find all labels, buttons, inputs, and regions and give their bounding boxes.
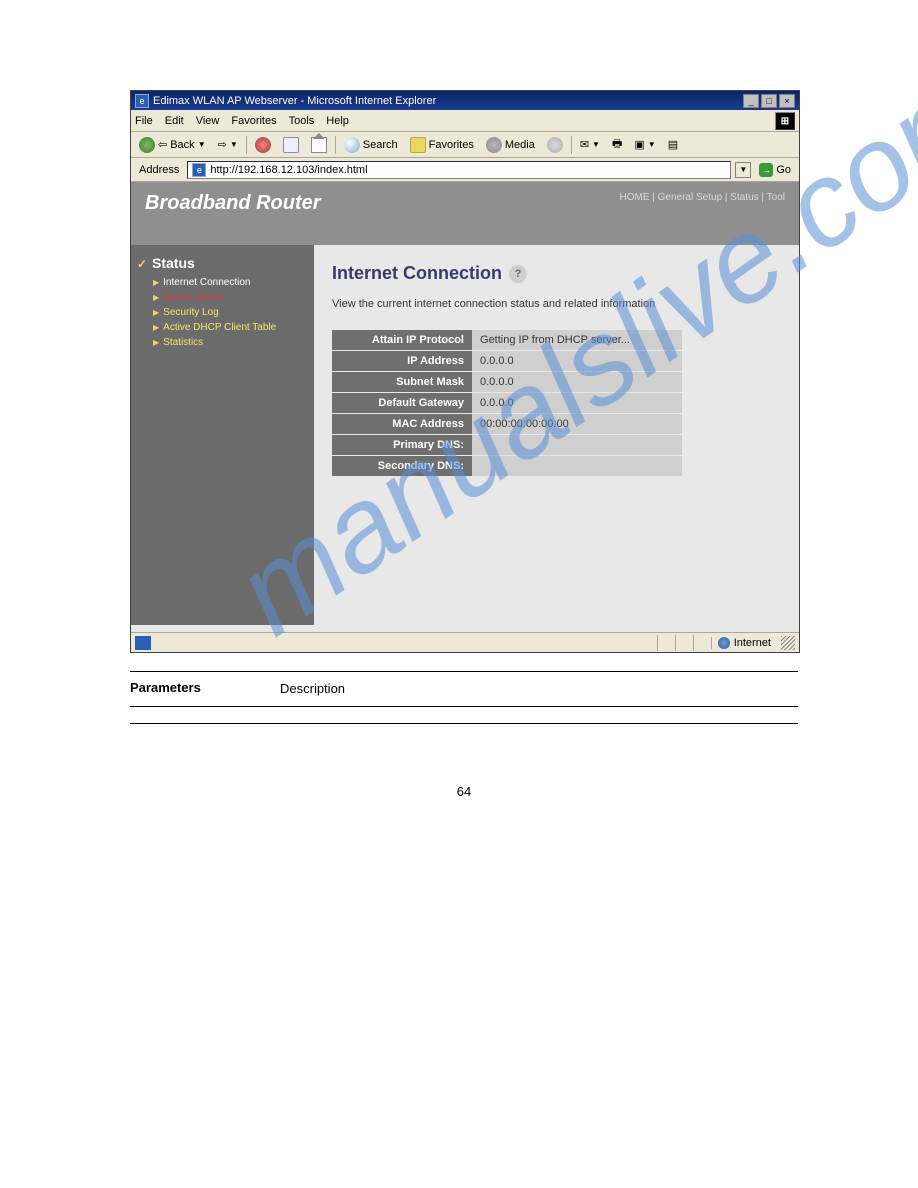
help-icon[interactable]: ? — [509, 265, 527, 283]
row-label: Subnet Mask — [332, 372, 472, 392]
table-row: Default Gateway0.0.0.0 — [332, 393, 682, 413]
globe-icon — [718, 637, 730, 649]
row-label: IP Address — [332, 351, 472, 371]
ie-logo-icon: ⊞ — [775, 112, 795, 130]
media-icon — [486, 137, 502, 153]
menu-tools[interactable]: Tools — [289, 115, 315, 127]
router-header: Broadband Router HOME | General Setup | … — [131, 182, 799, 245]
stop-icon — [255, 137, 271, 153]
row-value: 0.0.0.0 — [472, 372, 682, 392]
table-row: Attain IP ProtocolGetting IP from DHCP s… — [332, 330, 682, 350]
table-row: IP Address0.0.0.0 — [332, 351, 682, 371]
sidebar: Status ▶Internet Connection▶Device Statu… — [131, 245, 314, 625]
history-icon — [547, 137, 563, 153]
favorites-icon — [410, 137, 426, 153]
row-label: Secondary DNS: — [332, 456, 472, 476]
row-value: 0.0.0.0 — [472, 393, 682, 413]
row-label: Default Gateway — [332, 393, 472, 413]
menu-help[interactable]: Help — [326, 115, 349, 127]
row-value: 0.0.0.0 — [472, 351, 682, 371]
router-nav: HOME | General Setup | Status | Tool — [619, 192, 785, 203]
router-brand: Broadband Router — [145, 192, 321, 215]
table-row: MAC Address00:00:00:00:00:00 — [332, 414, 682, 434]
status-bar: Internet — [131, 632, 799, 652]
table-row: Secondary DNS: — [332, 456, 682, 476]
history-button[interactable] — [543, 135, 567, 155]
back-button[interactable]: ⇦Back▼ — [135, 135, 210, 155]
search-button[interactable]: Search — [340, 135, 402, 155]
table-row: Primary DNS: — [332, 435, 682, 455]
resize-grip[interactable] — [781, 636, 795, 650]
go-button[interactable]: → Go — [755, 161, 795, 179]
go-icon: → — [759, 163, 773, 177]
menu-favorites[interactable]: Favorites — [231, 115, 276, 127]
main-panel: Internet Connection ? View the current i… — [314, 245, 799, 625]
media-button[interactable]: Media — [482, 135, 539, 155]
params-header-desc: Description — [280, 680, 798, 698]
maximize-button[interactable]: □ — [761, 94, 777, 108]
close-button[interactable]: × — [779, 94, 795, 108]
row-value: 00:00:00:00:00:00 — [472, 414, 682, 434]
sidebar-item[interactable]: ▶Internet Connection — [153, 275, 308, 290]
page-icon: e — [192, 163, 206, 177]
security-zone: Internet — [711, 637, 777, 649]
stop-button[interactable] — [251, 135, 275, 155]
back-icon — [139, 137, 155, 153]
window-title: Edimax WLAN AP Webserver - Microsoft Int… — [153, 95, 743, 107]
address-dropdown[interactable]: ▼ — [735, 162, 751, 178]
sidebar-item[interactable]: ▶Device Status — [153, 290, 308, 305]
address-bar: Address e http://192.168.12.103/index.ht… — [131, 158, 799, 182]
ie-icon: e — [135, 94, 149, 108]
row-value — [472, 456, 682, 476]
edit-button[interactable]: ▣▼ — [630, 136, 659, 153]
document-text: Parameters Description — [130, 671, 798, 724]
browser-window: e Edimax WLAN AP Webserver - Microsoft I… — [130, 90, 800, 653]
search-icon — [344, 137, 360, 153]
home-button[interactable] — [307, 135, 331, 155]
refresh-button[interactable] — [279, 135, 303, 155]
titlebar: e Edimax WLAN AP Webserver - Microsoft I… — [131, 91, 799, 110]
row-label: Primary DNS: — [332, 435, 472, 455]
row-value: Getting IP from DHCP server... — [472, 330, 682, 350]
menubar: File Edit View Favorites Tools Help ⊞ — [131, 110, 799, 132]
table-row: Subnet Mask0.0.0.0 — [332, 372, 682, 392]
nav-tool[interactable]: Tool — [767, 192, 785, 203]
panel-description: View the current internet connection sta… — [332, 298, 781, 310]
row-label: Attain IP Protocol — [332, 330, 472, 350]
home-icon — [311, 137, 327, 153]
row-value — [472, 435, 682, 455]
sidebar-item[interactable]: ▶Statistics — [153, 335, 308, 350]
page-number: 64 — [130, 784, 798, 799]
discuss-button[interactable]: ▤ — [664, 136, 682, 153]
nav-general[interactable]: General Setup — [658, 192, 723, 203]
address-value: http://192.168.12.103/index.html — [210, 164, 367, 176]
address-label: Address — [135, 164, 183, 176]
row-label: MAC Address — [332, 414, 472, 434]
sidebar-item[interactable]: ▶Security Log — [153, 305, 308, 320]
forward-button[interactable]: ⇨ ▼ — [214, 136, 242, 153]
check-icon — [137, 255, 149, 265]
mail-button[interactable]: ✉▼ — [576, 136, 604, 153]
params-header-label: Parameters — [130, 680, 280, 698]
refresh-icon — [283, 137, 299, 153]
nav-home[interactable]: HOME — [619, 192, 649, 203]
sidebar-item[interactable]: ▶Active DHCP Client Table — [153, 320, 308, 335]
print-button[interactable]: 🖶 — [608, 133, 626, 156]
page-content: Broadband Router HOME | General Setup | … — [131, 182, 799, 632]
status-icon — [135, 636, 151, 650]
minimize-button[interactable]: _ — [743, 94, 759, 108]
address-input[interactable]: e http://192.168.12.103/index.html — [187, 161, 731, 179]
toolbar: ⇦Back▼ ⇨ ▼ Search Favorites Media ✉▼ 🖶 ▣… — [131, 132, 799, 158]
menu-file[interactable]: File — [135, 115, 153, 127]
nav-status[interactable]: Status — [730, 192, 758, 203]
menu-view[interactable]: View — [196, 115, 220, 127]
info-table: Attain IP ProtocolGetting IP from DHCP s… — [332, 330, 682, 476]
menu-edit[interactable]: Edit — [165, 115, 184, 127]
panel-title: Internet Connection ? — [332, 263, 781, 284]
favorites-button[interactable]: Favorites — [406, 135, 478, 155]
sidebar-title: Status — [137, 255, 308, 271]
